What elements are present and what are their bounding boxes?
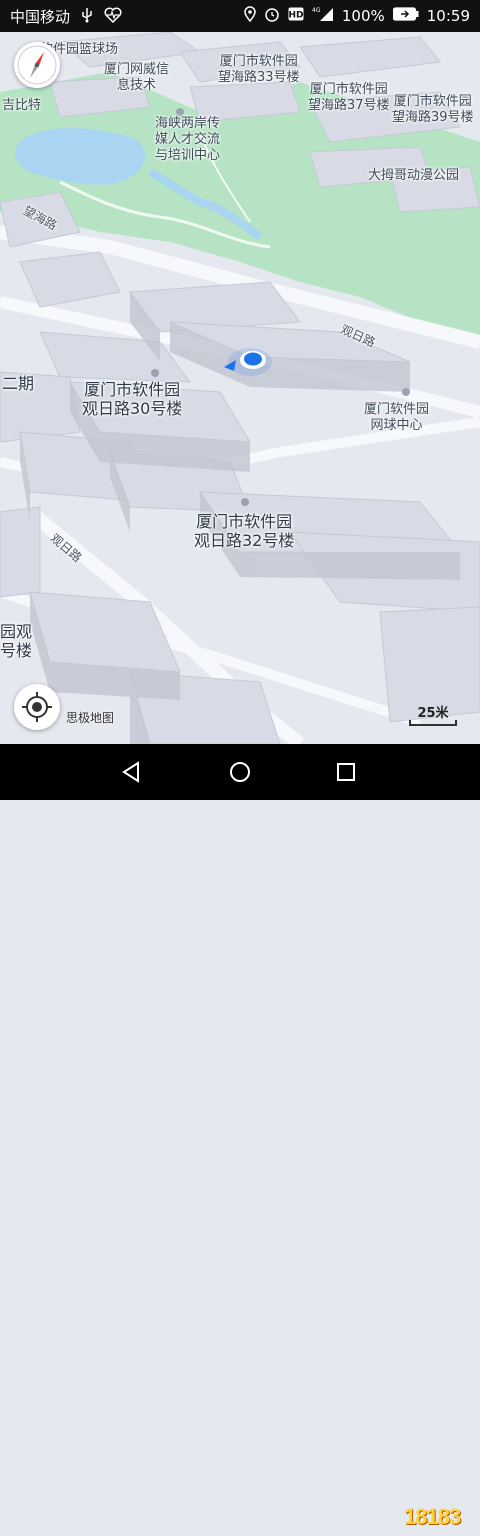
compass-button[interactable] xyxy=(14,42,60,88)
signal-4g-icon: 4G xyxy=(312,6,334,26)
locate-me-button[interactable] xyxy=(14,684,60,730)
map-label-yuanguan[interactable]: 园观 号楼 xyxy=(0,622,32,660)
map-view[interactable]: 软件园篮球场 厦门网威信 息技术 厦门市软件园 望海路33号楼 厦门市软件园 望… xyxy=(0,32,480,744)
clock: 10:59 xyxy=(426,7,470,25)
watermark-logo: 18183 xyxy=(398,1498,472,1536)
scale-label: 25米 xyxy=(417,706,449,721)
map-brand-label: 思极地图 xyxy=(66,711,115,725)
compass-icon xyxy=(17,45,57,85)
poi-marker xyxy=(402,388,410,396)
navigation-bar: 18183 xyxy=(0,744,480,1529)
poi-marker xyxy=(176,108,184,116)
map-label-haixia[interactable]: 海峡两岸传 媒人才交流 与培训中心 xyxy=(155,116,220,164)
svg-text:HD: HD xyxy=(288,11,303,21)
watermark-text: 18183 xyxy=(404,1504,461,1529)
map-label-wanghai33[interactable]: 厦门市软件园 望海路33号楼 xyxy=(218,54,300,86)
map-label-erqi[interactable]: 二期 xyxy=(2,374,34,393)
poi-marker xyxy=(151,369,159,377)
back-button[interactable] xyxy=(118,758,146,786)
map-label-guanri30[interactable]: 厦门市软件园 观日路30号楼 xyxy=(82,380,182,418)
map-label-tennis[interactable]: 厦门软件园 网球中心 xyxy=(364,402,429,434)
poi-marker xyxy=(241,498,249,506)
map-label-damu-park[interactable]: 大拇哥动漫公园 xyxy=(368,168,459,184)
hd-icon: HD xyxy=(288,7,304,25)
map-label-wanghai39[interactable]: 厦门市软件园 望海路39号楼 xyxy=(392,94,474,126)
carrier-label: 中国移动 xyxy=(10,8,71,26)
map-label-wanghai37[interactable]: 厦门市软件园 望海路37号楼 xyxy=(308,82,390,114)
location-icon xyxy=(244,6,256,26)
heart-rate-icon xyxy=(104,7,122,27)
usb-icon xyxy=(80,7,94,27)
battery-percent: 100% xyxy=(341,7,385,25)
battery-icon xyxy=(392,7,419,25)
alarm-icon xyxy=(264,6,280,26)
map-label-jibite[interactable]: 吉比特 xyxy=(2,98,41,114)
scale-bar: 25米 xyxy=(407,702,459,726)
scale-bar-line xyxy=(409,720,457,726)
svg-text:4G: 4G xyxy=(312,7,321,14)
recents-button[interactable] xyxy=(332,758,360,786)
status-bar: 中国移动 HD 4G 100% 10:59 xyxy=(0,0,480,32)
locate-icon xyxy=(22,692,52,722)
home-button[interactable] xyxy=(226,758,254,786)
map-label-guanri32[interactable]: 厦门市软件园 观日路32号楼 xyxy=(194,512,294,550)
map-label-weixin[interactable]: 厦门网威信 息技术 xyxy=(104,62,169,94)
map-canvas[interactable] xyxy=(0,32,480,744)
